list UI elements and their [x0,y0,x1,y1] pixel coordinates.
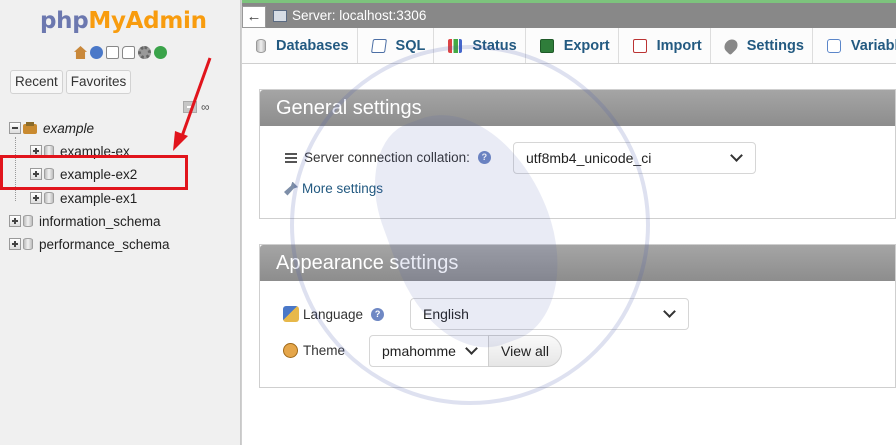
more-settings-link[interactable]: More settings [284,181,383,196]
home-icon[interactable] [74,46,87,59]
language-label-row: Language ? [283,306,385,322]
status-icon [448,38,463,53]
menu-label: SQL [395,37,426,54]
expand-icon[interactable] [30,192,42,204]
menu-label: Import [656,37,702,54]
chevron-down-icon [730,149,743,162]
expand-icon[interactable] [9,215,21,227]
theme-label-row: Theme [283,343,345,358]
wrench-icon [721,36,740,55]
sidebar-resizer[interactable] [241,0,242,445]
import-icon [632,38,647,53]
tab-variables[interactable]: Variables [813,28,896,63]
theme-icon [283,343,298,358]
logo-admin-text: MyAdmin [88,8,207,34]
logo-php-text: php [40,8,89,34]
tab-export[interactable]: Export [526,28,619,63]
tree-item-performance-schema[interactable]: performance_schema [9,234,170,254]
documentation-icon[interactable] [106,46,119,59]
tab-sql[interactable]: SQL [358,28,435,63]
collation-select[interactable]: utf8mb4_unicode_ci [513,142,756,174]
tree-group-example[interactable]: example [9,118,94,138]
language-value: English [423,306,469,322]
expand-icon[interactable] [9,238,21,250]
phpmyadmin-logo[interactable]: phpMyAdmin [40,8,207,34]
app-window: phpMyAdmin Recent Favorites ∞ example ex… [0,0,896,445]
server-icon [273,10,287,22]
database-icon [23,215,33,227]
quick-links [74,46,167,59]
language-icon [283,306,299,322]
gear-icon[interactable] [138,46,151,59]
tree-item-label: information_schema [39,213,161,229]
appearance-settings-panel: Appearance settings Language ? English T… [259,244,896,388]
tree-item-label: performance_schema [39,236,170,252]
help-icon[interactable]: ? [371,307,385,321]
tree-item-label: example [43,120,95,136]
collation-label-row: Server connection collation: ? [285,150,491,165]
help-icon[interactable]: ? [477,151,491,164]
recent-favorites-tabs: Recent Favorites [10,70,132,94]
back-button[interactable]: ← [242,6,266,28]
menu-label: Variables [850,37,896,54]
tab-settings[interactable]: Settings [711,28,813,63]
tree-item-label: example-ex1 [60,190,138,206]
database-group-icon [23,122,39,134]
breadcrumb-server[interactable]: Server: localhost:3306 [292,8,426,23]
theme-label: Theme [303,343,346,358]
menu-label: Settings [746,37,804,54]
language-select[interactable]: English [410,298,689,330]
menu-label: Databases [276,37,349,54]
tab-import[interactable]: Import [619,28,711,63]
collation-value: utf8mb4_unicode_ci [526,150,652,166]
general-settings-title: General settings [260,90,895,126]
appearance-settings-title: Appearance settings [260,245,895,281]
collapse-icon[interactable] [9,122,21,134]
tree-item-information-schema[interactable]: information_schema [9,211,161,231]
view-all-themes-button[interactable]: View all [488,335,562,367]
highlight-annotation [0,155,188,190]
export-icon [539,38,554,53]
tree-item-example-ex1[interactable]: example-ex1 [30,188,137,208]
recent-tab[interactable]: Recent [10,70,63,94]
theme-select[interactable]: pmahomme [369,335,489,367]
database-icon [23,238,33,250]
chevron-down-icon [663,305,676,318]
menu-label: Export [563,37,610,54]
arrow-annotation-icon [173,57,212,151]
general-settings-panel: General settings Server connection colla… [259,89,896,219]
theme-value: pmahomme [382,343,456,359]
tab-databases[interactable]: Databases [242,28,358,63]
logout-icon[interactable] [90,46,103,59]
menu-label: Status [472,37,517,54]
navigation-sidebar: phpMyAdmin Recent Favorites ∞ example ex… [0,0,241,445]
database-icon [44,192,54,204]
collation-icon [285,152,297,163]
main-menu: Databases SQL Status Export Import Setti… [242,28,896,64]
variables-icon [826,38,841,53]
sql-icon [370,38,387,53]
more-settings-label: More settings [302,181,384,196]
language-label: Language [303,306,364,322]
wrench-icon [284,181,298,196]
database-icon [256,38,266,53]
tab-status[interactable]: Status [434,28,526,63]
docs-icon[interactable] [122,46,135,59]
favorites-tab[interactable]: Favorites [65,70,132,94]
server-breadcrumb-bar: ← Server: localhost:3306 [242,0,896,28]
collation-label: Server connection collation: [304,150,470,165]
chevron-down-icon [465,342,478,355]
